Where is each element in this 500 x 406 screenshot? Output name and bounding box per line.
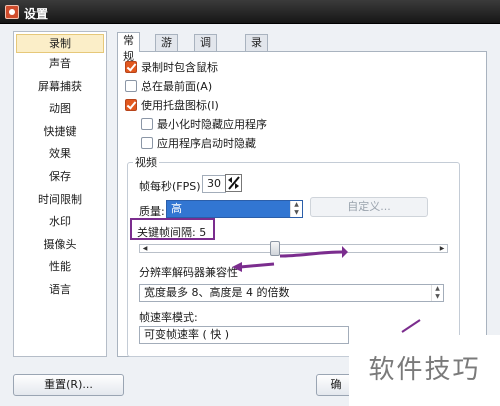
window-title: 设置 <box>24 7 49 21</box>
include-cursor-label: 录制时包含鼠标 <box>141 61 218 74</box>
sidebar-item-gif[interactable]: 动图 <box>14 98 106 121</box>
resolution-compat-select[interactable]: 宽度最多 8、高度是 4 的倍数 ▲ ▼ <box>139 284 444 302</box>
sidebar-item-webcam[interactable]: 摄像头 <box>14 234 106 257</box>
slider-left-arrow-icon: ◀ <box>142 245 148 252</box>
always-on-top-label: 总在最前面(A) <box>141 80 213 93</box>
reset-button[interactable]: 重置(R)... <box>13 374 124 396</box>
tray-icon-checkbox[interactable]: 使用托盘图标(I) <box>125 99 219 115</box>
sidebar-item-sound[interactable]: 声音 <box>14 53 106 76</box>
fps-label: 帧每秒(FPS)： <box>139 180 212 193</box>
settings-window: 设置 录制 声音 屏幕捕获 动图 快捷键 效果 保存 时间限制 水印 摄像头 性… <box>0 0 500 406</box>
sidebar-item-record[interactable]: 录制 <box>16 34 104 53</box>
watermark-overlay: 软件技巧 <box>349 335 500 406</box>
sidebar-item-performance[interactable]: 性能 <box>14 256 106 279</box>
checkbox-unchecked-icon <box>141 118 153 130</box>
settings-sidebar: 录制 声音 屏幕捕获 动图 快捷键 效果 保存 时间限制 水印 摄像头 性能 语… <box>13 31 107 357</box>
sidebar-item-save[interactable]: 保存 <box>14 166 106 189</box>
framerate-mode-value: 可变帧速率 ( 快 ) <box>144 328 230 341</box>
include-cursor-checkbox[interactable]: 录制时包含鼠标 <box>125 61 218 77</box>
framerate-mode-select[interactable]: 可变帧速率 ( 快 ) <box>139 326 349 344</box>
fps-stepper[interactable] <box>225 174 242 192</box>
select-arrows-icon: ▲ ▼ <box>431 285 443 301</box>
keyframe-slider-track[interactable]: ◀ ▶ <box>139 244 448 253</box>
hide-on-minimize-checkbox[interactable]: 最小化时隐藏应用程序 <box>141 118 267 134</box>
keyframe-slider-thumb[interactable] <box>270 241 280 256</box>
slider-right-arrow-icon: ▶ <box>439 245 445 252</box>
app-icon <box>5 5 19 19</box>
checkbox-unchecked-icon <box>125 80 137 92</box>
tray-icon-label: 使用托盘图标(I) <box>141 99 219 112</box>
title-bar: 设置 <box>0 0 500 24</box>
tab-record-area[interactable]: 录制区域 <box>245 34 268 97</box>
tab-game[interactable]: 游戏 <box>155 34 178 65</box>
resolution-compat-label: 分辨率解码器兼容性 <box>139 266 238 279</box>
sidebar-item-language[interactable]: 语言 <box>14 279 106 302</box>
custom-button[interactable]: 自定义... <box>310 197 428 217</box>
select-arrows-icon: ▲ ▼ <box>290 201 302 217</box>
quality-select[interactable]: 高 ▲ ▼ <box>166 200 303 218</box>
hide-on-minimize-label: 最小化时隐藏应用程序 <box>157 118 267 131</box>
always-on-top-checkbox[interactable]: 总在最前面(A) <box>125 80 212 96</box>
checkbox-unchecked-icon <box>141 137 153 149</box>
sidebar-item-time-limit[interactable]: 时间限制 <box>14 189 106 212</box>
sidebar-item-watermark[interactable]: 水印 <box>14 211 106 234</box>
checkbox-checked-icon <box>125 99 137 111</box>
quality-value: 高 <box>171 202 182 215</box>
sidebar-item-screen-capture[interactable]: 屏幕捕获 <box>14 76 106 99</box>
resolution-compat-value: 宽度最多 8、高度是 4 的倍数 <box>144 286 290 299</box>
video-group-title: 视频 <box>133 154 159 170</box>
fps-stepper-icon <box>228 176 240 190</box>
tab-resize[interactable]: 调整大小 <box>194 34 217 97</box>
framerate-mode-label: 帧速率模式: <box>139 311 198 324</box>
annotation-highlight-box <box>130 218 215 240</box>
hide-on-start-label: 应用程序启动时隐藏 <box>157 137 256 150</box>
quality-label: 质量: <box>139 205 165 218</box>
sidebar-item-hotkeys[interactable]: 快捷键 <box>14 121 106 144</box>
sidebar-item-effects[interactable]: 效果 <box>14 143 106 166</box>
fps-input[interactable]: 30 <box>202 175 226 193</box>
hide-on-start-checkbox[interactable]: 应用程序启动时隐藏 <box>141 137 256 153</box>
tab-general[interactable]: 常规 <box>117 32 140 63</box>
